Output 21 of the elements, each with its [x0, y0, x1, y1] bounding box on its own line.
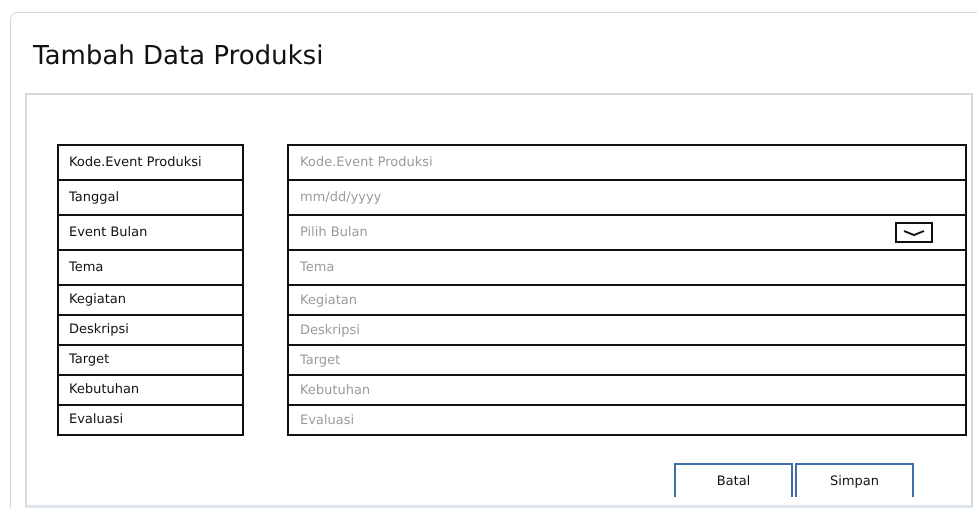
- field-label: Tanggal: [57, 179, 244, 216]
- input-field[interactable]: Deskripsi: [287, 314, 967, 346]
- field-label: Target: [57, 344, 244, 376]
- input-field[interactable]: Kebutuhan: [287, 374, 967, 406]
- field-label: Deskripsi: [57, 314, 244, 346]
- input-field[interactable]: Evaluasi: [287, 404, 967, 436]
- chevron-down-icon[interactable]: [895, 222, 933, 243]
- input-field[interactable]: Tema: [287, 249, 967, 286]
- input-field[interactable]: Target: [287, 344, 967, 376]
- field-label: Kebutuhan: [57, 374, 244, 406]
- save-button[interactable]: Simpan: [795, 463, 914, 497]
- field-label: Evaluasi: [57, 404, 244, 436]
- dialog-title: Tambah Data Produksi: [33, 40, 324, 73]
- cancel-button[interactable]: Batal: [674, 463, 793, 497]
- field-label: Kegiatan: [57, 284, 244, 316]
- field-label: Tema: [57, 249, 244, 286]
- input-field[interactable]: mm/dd/yyyy: [287, 179, 967, 216]
- input-field[interactable]: Kode.Event Produksi: [287, 144, 967, 181]
- field-label: Kode.Event Produksi: [57, 144, 244, 181]
- input-field[interactable]: Kegiatan: [287, 284, 967, 316]
- field-label: Event Bulan: [57, 214, 244, 251]
